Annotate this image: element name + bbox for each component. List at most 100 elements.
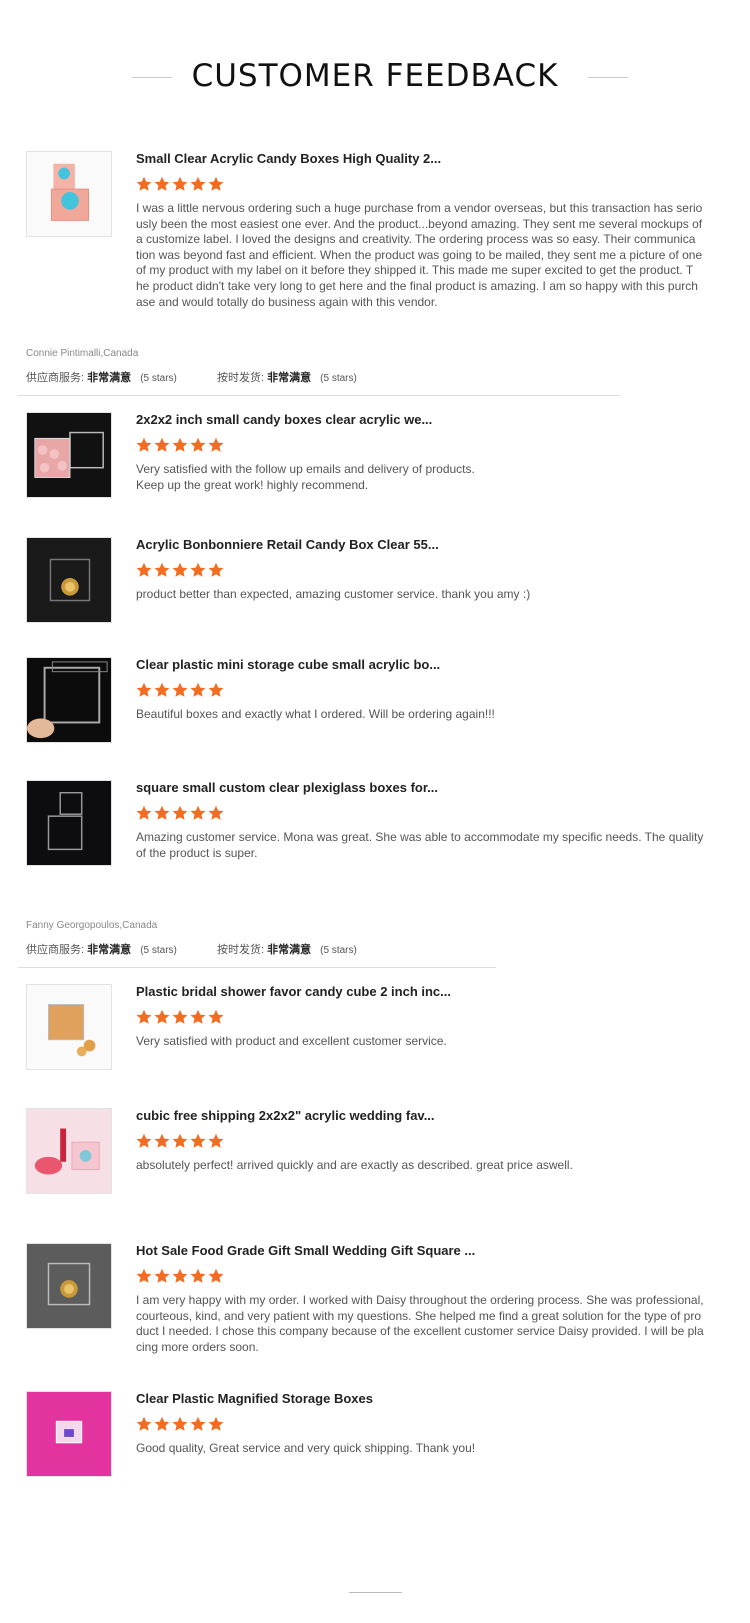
star-icon [172, 1009, 188, 1025]
gummy-bear-cube-image [27, 985, 111, 1069]
star-rating [136, 805, 726, 823]
product-thumbnail[interactable] [26, 151, 112, 237]
star-icon [190, 437, 206, 453]
product-title-link[interactable]: square small custom clear plexiglass box… [136, 780, 726, 796]
star-icon [172, 437, 188, 453]
ontime-delivery-label: 按时发货: [216, 372, 265, 384]
magenta-box-image [27, 1392, 111, 1476]
star-icon [154, 1133, 170, 1149]
star-rating [136, 437, 726, 455]
product-thumbnail[interactable] [26, 537, 112, 623]
star-icon [172, 1268, 188, 1284]
product-title-link[interactable]: cubic free shipping 2x2x2" acrylic weddi… [136, 1108, 726, 1124]
star-icon [172, 176, 188, 192]
supplier-service-label: 供应商服务: [26, 944, 85, 956]
ontime-delivery-stars: (5 stars) [320, 945, 357, 956]
star-icon [208, 562, 224, 578]
star-icon [154, 1268, 170, 1284]
product-title-link[interactable]: Clear Plastic Magnified Storage Boxes [136, 1391, 726, 1407]
star-icon [172, 1133, 188, 1149]
product-title-link[interactable]: Hot Sale Food Grade Gift Small Wedding G… [136, 1243, 726, 1259]
product-thumbnail[interactable] [26, 1108, 112, 1194]
product-thumbnail[interactable] [26, 1243, 112, 1329]
star-icon [208, 176, 224, 192]
star-icon [208, 1416, 224, 1432]
footer-divider [349, 1592, 402, 1593]
review-comment: Amazing customer service. Mona was great… [136, 830, 704, 860]
reviewer-info: Fanny Georgopoulos,Canada 供应商服务: 非常满意 (5… [26, 920, 357, 957]
chocolate-cube-dark-image [27, 538, 111, 622]
star-icon [172, 682, 188, 698]
supplier-service-stars: (5 stars) [140, 945, 177, 956]
feedback-header: CUSTOMER FEEDBACK [0, 54, 750, 100]
product-thumbnail[interactable] [26, 1391, 112, 1477]
star-icon [190, 1009, 206, 1025]
product-thumbnail[interactable] [26, 412, 112, 498]
star-icon [208, 1268, 224, 1284]
star-icon [190, 682, 206, 698]
stacked-cubes-dark-image [27, 781, 111, 865]
review-comment: Very satisfied with product and excellen… [136, 1034, 447, 1048]
pink-candy-cube-image [27, 152, 111, 236]
star-rating [136, 1133, 726, 1151]
page-title: CUSTOMER FEEDBACK [191, 58, 559, 94]
star-rating [136, 562, 726, 580]
star-icon [208, 1133, 224, 1149]
star-icon [190, 1133, 206, 1149]
product-title-link[interactable]: Small Clear Acrylic Candy Boxes High Qua… [136, 151, 726, 167]
supplier-service-value: 非常满意 [87, 944, 132, 956]
review-comment: absolutely perfect! arrived quickly and … [136, 1158, 573, 1172]
star-icon [208, 437, 224, 453]
hand-holding-cube-image [27, 658, 111, 742]
candy-filled-cubes-image [27, 413, 111, 497]
star-icon [172, 1416, 188, 1432]
star-icon [154, 805, 170, 821]
chocolate-cube-grey-image [27, 1244, 111, 1328]
star-icon [190, 1268, 206, 1284]
star-icon [190, 176, 206, 192]
star-rating [136, 1009, 726, 1027]
star-icon [154, 1009, 170, 1025]
product-thumbnail[interactable] [26, 780, 112, 866]
star-icon [172, 562, 188, 578]
star-icon [172, 805, 188, 821]
supplier-service-value: 非常满意 [87, 372, 132, 384]
star-icon [154, 176, 170, 192]
star-icon [136, 805, 152, 821]
review-comment: Good quality, Great service and very qui… [136, 1441, 476, 1455]
star-icon [136, 1416, 152, 1432]
star-rating [136, 682, 726, 700]
ontime-delivery-value: 非常满意 [267, 372, 312, 384]
product-thumbnail[interactable] [26, 984, 112, 1070]
ontime-delivery-value: 非常满意 [267, 944, 312, 956]
product-title-link[interactable]: Acrylic Bonbonniere Retail Candy Box Cle… [136, 537, 726, 553]
pink-cosmetic-scene-image [27, 1109, 111, 1193]
star-icon [136, 1268, 152, 1284]
star-icon [154, 437, 170, 453]
ontime-delivery-label: 按时发货: [216, 944, 265, 956]
star-icon [136, 682, 152, 698]
star-icon [190, 562, 206, 578]
star-icon [190, 1416, 206, 1432]
star-icon [154, 682, 170, 698]
product-title-link[interactable]: Clear plastic mini storage cube small ac… [136, 657, 726, 673]
star-icon [136, 176, 152, 192]
star-icon [190, 805, 206, 821]
star-rating [136, 1416, 726, 1434]
reviewer-name: Connie Pintimalli,Canada [26, 348, 139, 359]
reviewer-info: Connie Pintimalli,Canada 供应商服务: 非常满意 (5 … [26, 348, 357, 385]
review-comment: product better than expected, amazing cu… [136, 587, 531, 601]
product-title-link[interactable]: 2x2x2 inch small candy boxes clear acryl… [136, 412, 726, 428]
supplier-service-label: 供应商服务: [26, 372, 85, 384]
star-icon [154, 1416, 170, 1432]
star-icon [208, 682, 224, 698]
star-icon [136, 1009, 152, 1025]
section-divider [18, 967, 496, 968]
product-title-link[interactable]: Plastic bridal shower favor candy cube 2… [136, 984, 726, 1000]
section-divider [18, 395, 620, 396]
star-icon [136, 437, 152, 453]
product-thumbnail[interactable] [26, 657, 112, 743]
star-rating [136, 1268, 726, 1286]
review-comment: Very satisfied with the follow up emails… [136, 462, 475, 492]
ontime-delivery-stars: (5 stars) [320, 373, 357, 384]
